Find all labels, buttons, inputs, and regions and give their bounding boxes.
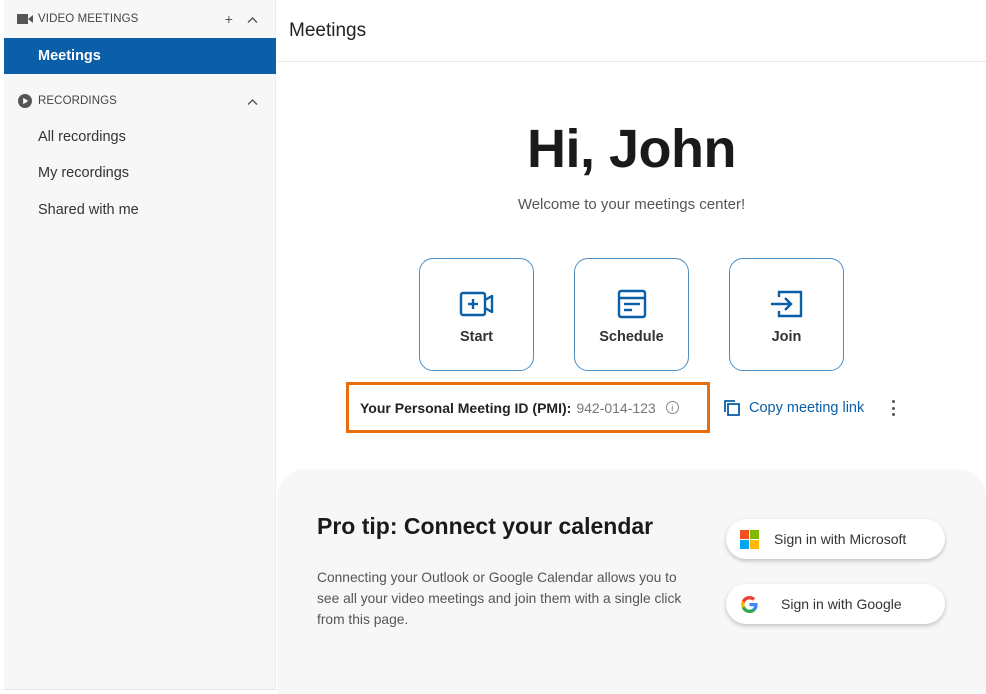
video-camera-icon	[17, 12, 33, 26]
page-title: Meetings	[289, 20, 367, 41]
sidebar-item-meetings[interactable]: Meetings	[4, 38, 276, 74]
copy-link-label: Copy meeting link	[749, 400, 865, 416]
start-label: Start	[459, 328, 494, 345]
collapse-recordings-button[interactable]	[247, 93, 258, 109]
more-options-button[interactable]	[887, 397, 899, 419]
collapse-video-meetings-button[interactable]	[247, 11, 258, 27]
join-meeting-button[interactable]: Join	[729, 258, 844, 371]
greeting-heading: Hi, John	[527, 119, 737, 179]
add-meeting-button[interactable]: +	[225, 11, 233, 27]
video-plus-icon	[459, 291, 493, 316]
dot	[891, 400, 895, 403]
info-icon[interactable]: i	[665, 401, 679, 414]
main-header: Meetings	[277, 0, 986, 62]
pmi-value: 942-014-123	[576, 399, 656, 416]
dot	[891, 413, 895, 416]
app-window: VIDEO MEETINGS + Meetings RECORDINGS All…	[0, 0, 986, 694]
meeting-actions: Start Schedule Join	[419, 258, 844, 371]
sidebar-item-all-recordings[interactable]: All recordings	[4, 119, 276, 155]
schedule-label: Schedule	[599, 328, 664, 345]
sidebar-item-label: All recordings	[38, 129, 126, 145]
google-logo-icon	[740, 595, 758, 613]
pro-tip-body: Connecting your Outlook or Google Calend…	[317, 570, 682, 627]
join-label: Join	[771, 328, 802, 345]
section-recordings: RECORDINGS	[4, 86, 276, 116]
section-video-meetings: VIDEO MEETINGS +	[4, 4, 276, 34]
schedule-meeting-button[interactable]: Schedule	[574, 258, 689, 371]
sign-in-google-button[interactable]: Sign in with Google	[726, 584, 945, 624]
sign-in-microsoft-label: Sign in with Microsoft	[774, 531, 907, 547]
sidebar-item-my-recordings[interactable]: My recordings	[4, 155, 276, 191]
welcome-subtitle: Welcome to your meetings center!	[517, 196, 746, 213]
sidebar-item-label: My recordings	[38, 165, 130, 181]
pmi-label: Your Personal Meeting ID (PMI):	[360, 399, 572, 416]
pro-tip-panel: Pro tip: Connect your calendar Connectin…	[277, 469, 986, 694]
sidebar: VIDEO MEETINGS + Meetings RECORDINGS All…	[0, 0, 276, 690]
pro-tip-title: Pro tip: Connect your calendar	[317, 513, 654, 539]
section-label: RECORDINGS	[38, 95, 117, 107]
start-meeting-button[interactable]: Start	[419, 258, 534, 371]
chevron-up-icon	[247, 17, 258, 23]
copy-icon	[724, 400, 740, 416]
chevron-up-icon	[247, 99, 258, 105]
microsoft-logo-icon	[740, 529, 759, 549]
sign-in-google-label: Sign in with Google	[781, 596, 902, 612]
calendar-form-icon	[617, 289, 646, 318]
play-circle-icon	[17, 94, 33, 108]
section-label: VIDEO MEETINGS	[38, 13, 139, 25]
sign-in-microsoft-button[interactable]: Sign in with Microsoft	[726, 519, 945, 559]
sidebar-item-label: Meetings	[38, 48, 101, 64]
sidebar-item-label: Shared with me	[38, 202, 139, 218]
dot	[891, 406, 895, 410]
personal-meeting-id: Your Personal Meeting ID (PMI): 942-014-…	[346, 382, 710, 433]
sidebar-item-shared-with-me[interactable]: Shared with me	[4, 192, 276, 228]
enter-arrow-icon	[770, 290, 802, 317]
copy-meeting-link-button[interactable]: Copy meeting link	[722, 398, 864, 418]
